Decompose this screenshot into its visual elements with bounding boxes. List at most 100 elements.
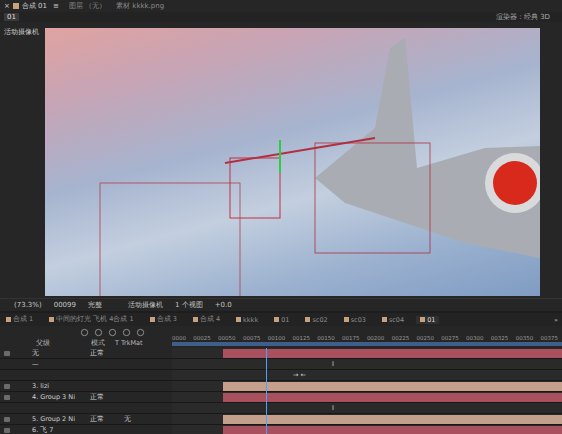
timeline-tab[interactable]: sc02 bbox=[301, 316, 331, 324]
timeline-tab[interactable]: 合成 1 bbox=[2, 315, 37, 324]
comp-color-icon bbox=[382, 317, 387, 322]
ruler-tick: 00350 bbox=[516, 335, 534, 341]
ruler-tick: 00325 bbox=[491, 335, 509, 341]
layer-row[interactable]: 6. 飞 7 bbox=[0, 425, 562, 434]
ruler-tick: 00025 bbox=[193, 335, 211, 341]
ruler-tick: 00200 bbox=[367, 335, 385, 341]
viewer-bar: 01 渲染器：经典 3D bbox=[0, 12, 562, 22]
keyframe-marker[interactable]: → ← bbox=[293, 371, 306, 379]
eye-icon[interactable] bbox=[4, 417, 10, 422]
time-ruler[interactable]: 0000000250005000075001000012500150001750… bbox=[172, 333, 562, 342]
panel-tab[interactable]: 素材 kkkk.png bbox=[116, 1, 164, 11]
timeline-tab[interactable]: kkkk bbox=[232, 316, 262, 324]
menu-icon[interactable]: ≡ bbox=[53, 2, 59, 10]
comp-color-icon bbox=[150, 317, 155, 322]
timeline-tab[interactable]: 01 bbox=[416, 316, 439, 324]
comp-color-icon bbox=[193, 317, 198, 322]
parent-dropdown[interactable]: 无 bbox=[124, 415, 164, 424]
composition-viewer: 活动摄像机 bbox=[0, 22, 562, 298]
layer-row[interactable]: 3. lizi bbox=[0, 381, 562, 392]
eye-icon[interactable] bbox=[4, 428, 10, 433]
layer-track bbox=[172, 348, 562, 358]
exposure-field[interactable]: +0.0 bbox=[215, 301, 232, 309]
panel-tabs: × 合成 01 ≡ 图层 （无） 素材 kkkk.png bbox=[0, 0, 562, 12]
keyframe-marker[interactable]: I bbox=[332, 404, 334, 412]
ruler-tick: 00175 bbox=[342, 335, 360, 341]
ruler-tick: 00275 bbox=[441, 335, 459, 341]
layer-duration-bar[interactable] bbox=[223, 382, 562, 391]
ruler-tick: 00050 bbox=[218, 335, 236, 341]
layer-track bbox=[172, 425, 562, 434]
layer-row[interactable]: — I bbox=[0, 359, 562, 370]
comp-color-icon bbox=[274, 317, 279, 322]
panel-tab[interactable]: × 合成 01 ≡ bbox=[4, 1, 59, 11]
mode-dropdown[interactable]: 正常 bbox=[90, 393, 124, 402]
ruler-tick: 00225 bbox=[392, 335, 410, 341]
eye-icon[interactable] bbox=[4, 395, 10, 400]
viewer-footer: (73.3%) 00099 完整 活动摄像机 1 个视图 +0.0 bbox=[0, 298, 562, 311]
timeline-switch-icon[interactable] bbox=[136, 328, 145, 337]
comp-frame[interactable] bbox=[45, 28, 540, 296]
timeline-tab[interactable]: 合成 4 bbox=[189, 315, 224, 324]
timeline-tab[interactable]: 合成 3 bbox=[146, 315, 181, 324]
camera-label: 活动摄像机 bbox=[0, 28, 45, 298]
mode-column-header: 模式 bbox=[91, 339, 115, 348]
keyframe-marker[interactable]: I bbox=[332, 360, 334, 368]
ruler-tick: 0000 bbox=[172, 335, 186, 341]
mode-dropdown[interactable]: 正常 bbox=[90, 349, 124, 358]
layer-duration-bar[interactable] bbox=[223, 349, 562, 358]
camera-dropdown[interactable]: 活动摄像机 bbox=[128, 300, 163, 310]
timeline-tab[interactable]: 中间的灯光 飞机 4合成 1 bbox=[45, 315, 137, 324]
comp-tag[interactable]: 01 bbox=[4, 13, 19, 21]
ruler-tick: 00250 bbox=[416, 335, 434, 341]
layer-name[interactable]: 无 bbox=[32, 349, 90, 358]
work-area-bar[interactable] bbox=[172, 342, 562, 346]
timeline-tab[interactable]: 01 bbox=[270, 316, 293, 324]
layer-row[interactable]: 5. Group 2 Ni 正常 无 bbox=[0, 414, 562, 425]
layer-duration-bar[interactable] bbox=[223, 415, 562, 424]
layer-row[interactable]: → ← bbox=[0, 370, 562, 381]
ruler-tick: 00300 bbox=[466, 335, 484, 341]
ruler-tick: 00125 bbox=[292, 335, 310, 341]
layer-duration-bar[interactable] bbox=[223, 426, 562, 434]
layer-name[interactable]: 3. lizi bbox=[32, 382, 90, 390]
eye-icon[interactable] bbox=[4, 384, 10, 389]
eye-icon[interactable] bbox=[4, 351, 10, 356]
comp-color-icon bbox=[13, 3, 19, 9]
layer-row[interactable]: I bbox=[0, 403, 562, 414]
timeline-switch-icon[interactable] bbox=[80, 328, 89, 337]
layer-name[interactable]: 6. 飞 7 bbox=[32, 426, 90, 434]
playhead[interactable] bbox=[266, 348, 267, 434]
timeline-switch-icon[interactable] bbox=[108, 328, 117, 337]
timeline-switch-icon[interactable] bbox=[122, 328, 131, 337]
more-tabs-button[interactable]: » bbox=[554, 316, 562, 324]
comp-color-icon bbox=[236, 317, 241, 322]
layer-name[interactable]: — bbox=[32, 360, 90, 368]
timeline-header: 父级 模式 T TrkMat 0000000250005000075001000… bbox=[0, 326, 562, 348]
jet-image bbox=[45, 28, 540, 296]
timecode-field[interactable]: 00099 bbox=[54, 301, 76, 309]
ruler-tick: 00375 bbox=[540, 335, 558, 341]
timeline-switch-icon[interactable] bbox=[94, 328, 103, 337]
ruler-tick: 00075 bbox=[243, 335, 261, 341]
layer-name[interactable]: 5. Group 2 Ni bbox=[32, 415, 90, 423]
layer-row[interactable]: 无 正常 bbox=[0, 348, 562, 359]
close-icon[interactable]: × bbox=[4, 2, 10, 10]
layer-track: I bbox=[172, 403, 562, 413]
views-dropdown[interactable]: 1 个视图 bbox=[175, 300, 203, 310]
panel-tab[interactable]: 图层 （无） bbox=[69, 1, 106, 11]
timeline-tab[interactable]: sc04 bbox=[378, 316, 408, 324]
layer-duration-bar[interactable] bbox=[223, 393, 562, 402]
layer-name[interactable]: 4. Group 3 Ni bbox=[32, 393, 90, 401]
comp-color-icon bbox=[49, 317, 54, 322]
trkmat-column-header: T TrkMat bbox=[115, 339, 143, 347]
resolution-dropdown[interactable]: 完整 bbox=[88, 300, 102, 310]
renderer-label[interactable]: 渲染器：经典 3D bbox=[496, 12, 550, 22]
zoom-field[interactable]: (73.3%) bbox=[14, 301, 42, 309]
after-effects-window: × 合成 01 ≡ 图层 （无） 素材 kkkk.png 01 渲染器：经典 3… bbox=[0, 0, 562, 434]
timeline-tab[interactable]: sc03 bbox=[340, 316, 370, 324]
layer-row[interactable]: 4. Group 3 Ni 正常 bbox=[0, 392, 562, 403]
mode-dropdown[interactable]: 正常 bbox=[90, 415, 124, 424]
layer-track: I bbox=[172, 359, 562, 369]
comp-color-icon bbox=[305, 317, 310, 322]
